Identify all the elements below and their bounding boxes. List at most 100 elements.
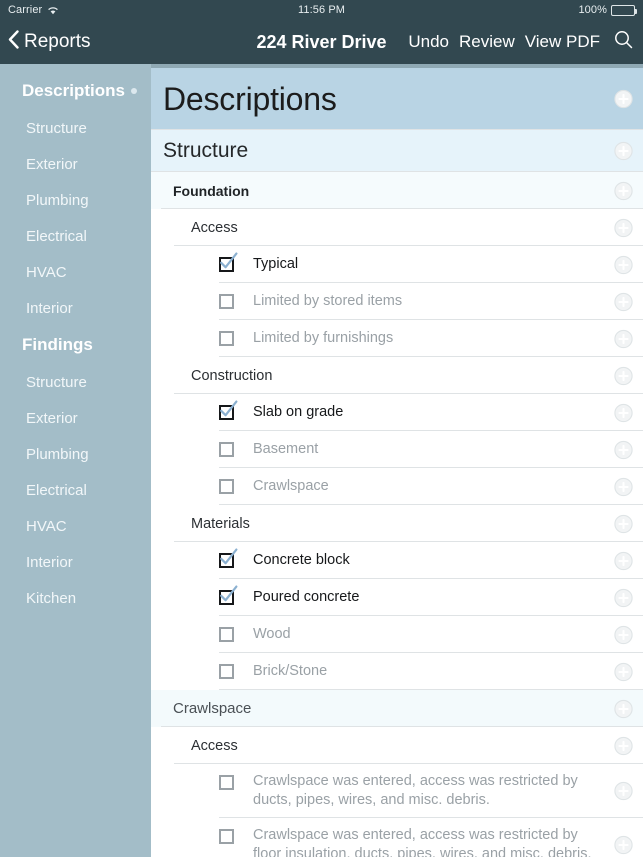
add-item-button[interactable] xyxy=(614,588,633,607)
sidebar-item-interior[interactable]: Interior xyxy=(0,290,151,326)
checkbox-row-label: Poured concrete xyxy=(253,589,360,605)
add-item-button[interactable] xyxy=(614,366,633,385)
row-label: Access xyxy=(191,737,238,754)
group-header-row-materials[interactable]: Materials xyxy=(151,505,643,542)
checkbox-row-label: Typical xyxy=(253,256,299,272)
sidebar-item-hvac[interactable]: HVAC xyxy=(0,508,151,544)
section-header-row-structure[interactable]: Structure xyxy=(151,130,643,172)
checkbox-row-label: Concrete block xyxy=(253,552,350,568)
checkbox-row-label: Crawlspace was entered, access was restr… xyxy=(253,827,592,857)
add-item-button[interactable] xyxy=(614,662,633,681)
status-bar-right: 100% xyxy=(578,4,637,16)
sidebar-selected-dot-icon xyxy=(131,88,137,94)
checkbox-checked-icon[interactable] xyxy=(219,585,238,606)
content-pane: Descriptions Structure Foundation Access Typ… xyxy=(151,64,643,857)
wifi-icon xyxy=(47,5,59,15)
sidebar-item-exterior[interactable]: Exterior xyxy=(0,400,151,436)
checkbox-row-limited-by-furnishings[interactable]: Limited by furnishings xyxy=(151,320,643,357)
subsection-header-row-foundation[interactable]: Foundation xyxy=(151,172,643,209)
row-label: Materials xyxy=(191,515,250,532)
add-item-button[interactable] xyxy=(614,514,633,533)
sidebar-item-plumbing[interactable]: Plumbing xyxy=(0,436,151,472)
checkbox-unchecked-icon[interactable] xyxy=(219,478,236,495)
navigation-bar: Reports 224 River Drive Undo Review View… xyxy=(0,20,643,64)
row-label: Foundation xyxy=(173,182,250,199)
checkbox-unchecked-icon[interactable] xyxy=(219,828,236,845)
add-item-button[interactable] xyxy=(614,781,633,801)
add-item-button[interactable] xyxy=(614,255,633,274)
checkbox-row-label: Crawlspace was entered, access was restr… xyxy=(253,773,578,808)
status-bar-left: Carrier xyxy=(8,4,59,16)
sidebar-item-plumbing[interactable]: Plumbing xyxy=(0,182,151,218)
row-label: Structure xyxy=(163,139,249,162)
checkbox-row-concrete-block[interactable]: Concrete block xyxy=(151,542,643,579)
checkbox-unchecked-icon[interactable] xyxy=(219,330,236,347)
sidebar-item-structure[interactable]: Structure xyxy=(0,364,151,400)
add-item-button[interactable] xyxy=(614,403,633,422)
status-bar: Carrier 11:56 PM 100% xyxy=(0,0,643,20)
checkbox-row-wood[interactable]: Wood xyxy=(151,616,643,653)
undo-button[interactable]: Undo xyxy=(408,32,449,52)
checkbox-checked-icon[interactable] xyxy=(219,400,238,421)
sidebar-item-electrical[interactable]: Electrical xyxy=(0,218,151,254)
sidebar-group-findings[interactable]: Findings xyxy=(0,326,151,364)
add-item-button[interactable] xyxy=(614,551,633,570)
checkbox-unchecked-icon[interactable] xyxy=(219,663,236,680)
group-header-row-construction[interactable]: Construction xyxy=(151,357,643,394)
sidebar-group-descriptions[interactable]: Descriptions xyxy=(0,72,151,110)
checkbox-unchecked-icon[interactable] xyxy=(219,293,236,310)
checkbox-row-crawlspace-was-entered-access-was-restrict[interactable]: Crawlspace was entered, access was restr… xyxy=(151,764,643,818)
checkbox-row-limited-by-stored-items[interactable]: Limited by stored items xyxy=(151,283,643,320)
add-item-button[interactable] xyxy=(614,141,633,161)
add-item-button[interactable] xyxy=(614,699,633,718)
search-button[interactable] xyxy=(610,30,633,54)
sidebar-item-hvac[interactable]: HVAC xyxy=(0,254,151,290)
checkbox-unchecked-icon[interactable] xyxy=(219,774,236,791)
review-button[interactable]: Review xyxy=(459,32,515,52)
group-header-row-access[interactable]: Access xyxy=(151,727,643,764)
sidebar-item-structure[interactable]: Structure xyxy=(0,110,151,146)
battery-icon xyxy=(611,4,637,16)
back-button-label: Reports xyxy=(24,31,91,52)
add-item-button[interactable] xyxy=(614,89,633,109)
checkbox-row-brick-stone[interactable]: Brick/Stone xyxy=(151,653,643,690)
add-item-button[interactable] xyxy=(614,292,633,311)
back-button[interactable]: Reports xyxy=(8,30,91,54)
row-label: Crawlspace xyxy=(173,700,252,717)
view-pdf-button[interactable]: View PDF xyxy=(525,32,600,52)
checkbox-row-label: Crawlspace xyxy=(253,478,329,494)
checkbox-row-label: Slab on grade xyxy=(253,404,344,420)
checkbox-row-label: Limited by stored items xyxy=(253,293,403,309)
checkbox-row-typical[interactable]: Typical xyxy=(151,246,643,283)
checkbox-row-crawlspace-was-entered-access-was-restrict[interactable]: Crawlspace was entered, access was restr… xyxy=(151,818,643,857)
row-label: Construction xyxy=(191,367,273,384)
add-item-button[interactable] xyxy=(614,477,633,496)
sidebar: Descriptions Structure Exterior Plumbing Ele… xyxy=(0,64,151,857)
checkbox-unchecked-icon[interactable] xyxy=(219,441,236,458)
battery-percent-label: 100% xyxy=(578,4,607,16)
checkbox-row-poured-concrete[interactable]: Poured concrete xyxy=(151,579,643,616)
sidebar-item-electrical[interactable]: Electrical xyxy=(0,472,151,508)
checkbox-unchecked-icon[interactable] xyxy=(219,626,236,643)
add-item-button[interactable] xyxy=(614,329,633,348)
page-heading-row-descriptions[interactable]: Descriptions xyxy=(151,68,643,130)
checkbox-row-basement[interactable]: Basement xyxy=(151,431,643,468)
checkbox-checked-icon[interactable] xyxy=(219,548,238,569)
status-bar-clock: 11:56 PM xyxy=(297,4,346,16)
group-header-row-access[interactable]: Access xyxy=(151,209,643,246)
add-item-button[interactable] xyxy=(614,625,633,644)
add-item-button[interactable] xyxy=(614,218,633,237)
chevron-left-icon xyxy=(8,30,19,54)
checkbox-checked-icon[interactable] xyxy=(219,252,238,273)
add-item-button[interactable] xyxy=(614,736,633,755)
checkbox-row-crawlspace[interactable]: Crawlspace xyxy=(151,468,643,505)
add-item-button[interactable] xyxy=(614,181,633,200)
add-item-button[interactable] xyxy=(614,440,633,459)
sidebar-item-exterior[interactable]: Exterior xyxy=(0,146,151,182)
sidebar-item-kitchen[interactable]: Kitchen xyxy=(0,580,151,616)
sidebar-item-interior[interactable]: Interior xyxy=(0,544,151,580)
add-item-button[interactable] xyxy=(614,835,633,855)
subsection-header-row-crawlspace[interactable]: Crawlspace xyxy=(151,690,643,727)
checkbox-row-slab-on-grade[interactable]: Slab on grade xyxy=(151,394,643,431)
content-row-list: Descriptions Structure Foundation Access Typ… xyxy=(151,68,643,857)
